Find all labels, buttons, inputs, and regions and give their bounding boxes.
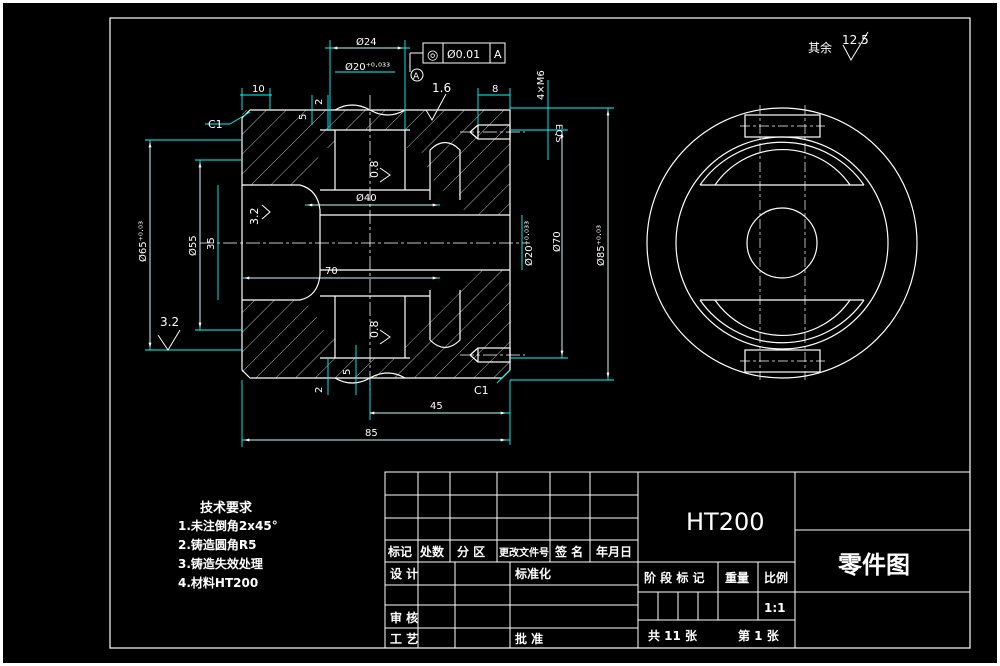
chamfer-c1-top: C1 — [208, 118, 223, 131]
chamfer-c1-bottom: C1 — [474, 384, 489, 397]
dim-d65: Ø65⁺⁰·⁰³ — [137, 221, 149, 262]
tech-requirement-3: 3.铸造失效处理 — [178, 556, 263, 571]
sheets-total: 共 11 张 — [648, 628, 698, 643]
dim-d20: Ø20⁺⁰·⁰³³ — [345, 61, 390, 73]
dim-85: 85 — [365, 428, 378, 439]
scale-value: 1:1 — [764, 601, 786, 615]
tolerance-datum: A — [494, 48, 502, 61]
tech-requirement-2: 2.铸造圆角R5 — [178, 537, 257, 552]
roughness-rest-label: 其余 — [808, 40, 832, 55]
dim-thread: 4×M6 — [536, 70, 547, 100]
dim-8: 8 — [492, 84, 498, 95]
rev-header-count: 处数 — [419, 544, 445, 559]
roughness-1-6: 1.6 — [432, 81, 451, 95]
dim-5-top: 5 — [298, 114, 309, 120]
dim-d70: Ø70 — [551, 231, 563, 252]
dim-d24: Ø24 — [356, 36, 377, 48]
rev-header-doc: 更改文件号 — [499, 546, 549, 559]
roughness-3-2-inner: 3.2 — [248, 208, 261, 226]
roughness-0-8-lower: 0.8 — [368, 321, 381, 339]
tech-requirements-heading: 技术要求 — [200, 500, 253, 516]
weight-label: 重量 — [725, 570, 749, 585]
dim-35: 35 — [206, 237, 217, 250]
roughness-0-8-upper: 0.8 — [368, 161, 381, 179]
dim-2-bottom: 2 — [314, 387, 325, 393]
dim-d40: Ø40 — [356, 192, 377, 204]
material-label: HT200 — [686, 508, 765, 536]
design-label: 设 计 — [390, 566, 418, 581]
dim-5-bottom: 5 — [342, 369, 353, 375]
roughness-rest-value: 12.5 — [842, 33, 869, 47]
datum-marker: A — [413, 72, 420, 82]
standardize-label: 标准化 — [514, 566, 551, 581]
dim-d85: Ø85⁺⁰·⁰³ — [595, 225, 607, 266]
rev-header-mark: 标记 — [387, 544, 412, 559]
tolerance-symbol: ◎ — [427, 48, 438, 63]
rev-header-date: 年月日 — [596, 544, 632, 559]
drawing-title: 零件图 — [837, 551, 910, 579]
dim-45: 45 — [430, 401, 443, 412]
dim-10: 10 — [252, 84, 265, 95]
dim-2-top: 2 — [314, 99, 325, 105]
ratio-label: 比例 — [764, 570, 788, 585]
process-label: 工 艺 — [390, 631, 418, 646]
review-label: 审 核 — [390, 610, 418, 625]
tech-requirement-4: 4.材料HT200 — [178, 575, 258, 590]
rev-header-sign: 签 名 — [554, 544, 583, 559]
tech-requirement-1: 1.未注倒角2x45° — [178, 518, 278, 533]
stage-marks-label: 阶 段 标 记 — [644, 570, 705, 585]
roughness-3-2-outer: 3.2 — [160, 315, 179, 329]
dim-d55: Ø55 — [187, 235, 199, 256]
cad-drawing: ◎ Ø0.01 A A 其余 12.5 1.6 0.8 0.8 3.2 3.2 … — [0, 0, 1000, 666]
dim-eqs: EQS — [553, 124, 563, 143]
approve-label: 批 准 — [515, 631, 543, 646]
dim-d20-right: Ø20⁺⁰·⁰³³ — [523, 221, 535, 266]
sheet-number: 第 1 张 — [738, 628, 780, 643]
rev-header-zone: 分 区 — [457, 544, 485, 559]
dim-70: 70 — [325, 266, 338, 277]
tolerance-value: Ø0.01 — [447, 48, 480, 61]
